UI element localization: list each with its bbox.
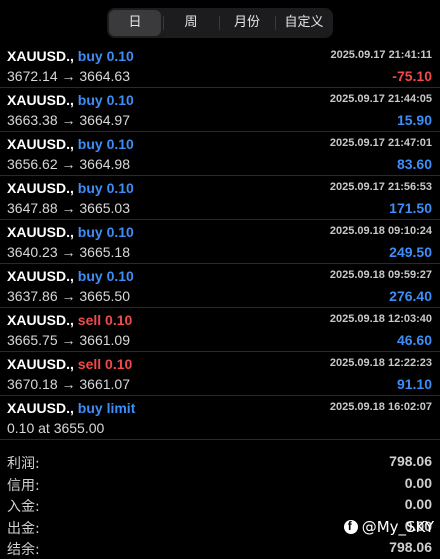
order-side: buy 0.10 bbox=[77, 136, 134, 152]
order-prices: 3665.75 → 3661.09 bbox=[7, 332, 130, 348]
summary-row: 结余: 798.06 bbox=[0, 537, 440, 559]
tab-divider bbox=[275, 16, 276, 30]
summary-label: 利润: bbox=[7, 456, 40, 472]
period-segmented-control: 日 周 月份 自定义 bbox=[107, 8, 333, 38]
summary-label: 结余: bbox=[7, 542, 40, 558]
order-prices: 3663.38 → 3664.97 bbox=[7, 112, 130, 128]
order-time: 2025.09.18 09:10:24 bbox=[329, 225, 432, 237]
tab-month[interactable]: 月份 bbox=[221, 10, 273, 36]
summary-row: 入金: 0.00 bbox=[0, 494, 440, 516]
period-tabs-bar: 日 周 月份 自定义 bbox=[0, 8, 440, 40]
account-summary: 利润: 798.06 信用: 0.00 入金: 0.00 出金: 0.00 结余: 798.06 bbox=[0, 451, 440, 559]
order-symbol: XAUUSD., buy 0.10 bbox=[7, 92, 134, 108]
order-side: buy 0.10 bbox=[77, 180, 134, 196]
watermark-text: @My_SKY bbox=[361, 518, 434, 536]
order-time: 2025.09.18 12:03:40 bbox=[329, 313, 432, 325]
order-row[interactable]: XAUUSD., buy 0.10 2025.09.17 21:56:53 3647… bbox=[0, 176, 440, 220]
order-side: buy limit bbox=[77, 400, 136, 416]
order-side: sell 0.10 bbox=[77, 312, 133, 328]
order-symbol: XAUUSD., buy 0.10 bbox=[7, 136, 134, 152]
order-prices: 3672.14 → 3664.63 bbox=[7, 68, 130, 84]
order-time: 2025.09.17 21:56:53 bbox=[329, 181, 432, 193]
summary-label: 信用: bbox=[7, 477, 40, 494]
order-row[interactable]: XAUUSD., buy limit 2025.09.18 16:02:07 0.1… bbox=[0, 396, 440, 440]
order-side: buy 0.10 bbox=[77, 92, 134, 108]
summary-value: 798.06 bbox=[389, 453, 432, 469]
order-time: 2025.09.17 21:47:01 bbox=[329, 137, 432, 149]
tab-divider bbox=[163, 16, 164, 30]
order-symbol: XAUUSD., buy 0.10 bbox=[7, 268, 134, 284]
tab-day[interactable]: 日 bbox=[109, 10, 161, 36]
summary-value: 798.06 bbox=[389, 539, 432, 555]
order-row[interactable]: XAUUSD., buy 0.10 2025.09.18 09:59:27 3637… bbox=[0, 264, 440, 308]
order-side: buy 0.10 bbox=[77, 268, 134, 284]
order-profit: 83.60 bbox=[396, 156, 432, 172]
order-prices: 3637.86 → 3665.50 bbox=[7, 288, 130, 304]
order-row[interactable]: XAUUSD., sell 0.10 2025.09.18 12:03:40 366… bbox=[0, 308, 440, 352]
order-profit: 15.90 bbox=[396, 112, 432, 128]
order-time: 2025.09.17 21:44:05 bbox=[329, 93, 432, 105]
order-row[interactable]: XAUUSD., buy 0.10 2025.09.17 21:44:05 3663… bbox=[0, 88, 440, 132]
order-profit: 91.10 bbox=[396, 376, 432, 392]
summary-label: 出金: bbox=[7, 520, 40, 537]
order-prices: 3640.23 → 3665.18 bbox=[7, 244, 130, 260]
order-time: 2025.09.18 12:22:23 bbox=[329, 357, 432, 369]
order-time: 2025.09.18 16:02:07 bbox=[329, 401, 432, 413]
order-side: buy 0.10 bbox=[77, 224, 134, 240]
order-profit: 171.50 bbox=[389, 200, 432, 216]
order-profit: 276.40 bbox=[389, 288, 432, 304]
order-history-list: XAUUSD., buy 0.10 2025.09.17 21:41:11 3672… bbox=[0, 44, 440, 440]
tab-week[interactable]: 周 bbox=[165, 10, 217, 36]
order-row[interactable]: XAUUSD., buy 0.10 2025.09.17 21:47:01 3656… bbox=[0, 132, 440, 176]
summary-value: 0.00 bbox=[404, 496, 432, 512]
order-profit: 249.50 bbox=[389, 244, 432, 260]
order-row[interactable]: XAUUSD., buy 0.10 2025.09.17 21:41:11 3672… bbox=[0, 44, 440, 88]
facebook-icon bbox=[343, 519, 358, 534]
summary-row: 信用: 0.00 bbox=[0, 473, 440, 495]
order-profit: 46.60 bbox=[396, 332, 432, 348]
tab-divider bbox=[219, 16, 220, 30]
watermark: @My_SKY bbox=[343, 518, 434, 536]
order-symbol: XAUUSD., buy 0.10 bbox=[7, 48, 134, 64]
order-time: 2025.09.18 09:59:27 bbox=[329, 269, 432, 281]
summary-label: 入金: bbox=[7, 499, 40, 515]
summary-value: 0.00 bbox=[404, 474, 432, 491]
order-symbol: XAUUSD., sell 0.10 bbox=[7, 356, 133, 372]
order-prices: 0.10 at 3655.00 bbox=[7, 420, 105, 436]
summary-row: 利润: 798.06 bbox=[0, 451, 440, 473]
order-symbol: XAUUSD., sell 0.10 bbox=[7, 312, 133, 328]
order-symbol: XAUUSD., buy limit bbox=[7, 400, 136, 416]
order-side: sell 0.10 bbox=[77, 356, 133, 372]
order-symbol: XAUUSD., buy 0.10 bbox=[7, 180, 134, 196]
order-row[interactable]: XAUUSD., sell 0.10 2025.09.18 12:22:23 367… bbox=[0, 352, 440, 396]
order-prices: 3656.62 → 3664.98 bbox=[7, 156, 130, 172]
order-symbol: XAUUSD., buy 0.10 bbox=[7, 224, 134, 240]
order-row[interactable]: XAUUSD., buy 0.10 2025.09.18 09:10:24 3640… bbox=[0, 220, 440, 264]
order-profit: -75.10 bbox=[392, 68, 432, 84]
tab-custom[interactable]: 自定义 bbox=[277, 10, 331, 36]
order-prices: 3647.88 → 3665.03 bbox=[7, 200, 130, 216]
order-time: 2025.09.17 21:41:11 bbox=[330, 49, 432, 61]
order-side: buy 0.10 bbox=[77, 48, 134, 64]
order-prices: 3670.18 → 3661.07 bbox=[7, 376, 130, 392]
